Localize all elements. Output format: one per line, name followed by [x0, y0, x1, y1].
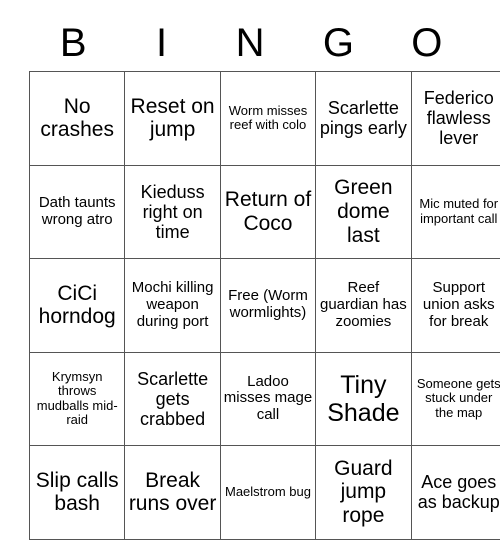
bingo-header-letter: I — [156, 20, 168, 65]
bingo-cell-label: Return of Coco — [224, 188, 312, 235]
bingo-cell[interactable]: Worm misses reef with colo — [219, 71, 317, 166]
bingo-cell-label: Scarlette pings early — [319, 98, 407, 139]
bingo-cell[interactable]: Someone gets stuck under the map — [410, 351, 500, 446]
bingo-cell-label: Mochi killing weapon during port — [131, 279, 214, 330]
bingo-cell-label: Slip calls bash — [35, 468, 119, 516]
bingo-cell-label: Mic muted for important call — [419, 196, 499, 226]
bingo-cell[interactable]: Return of Coco — [219, 164, 317, 259]
bingo-cell[interactable]: Free (Worm wormlights) — [219, 258, 317, 353]
bingo-cell-label: Support union asks for break — [422, 279, 495, 330]
bingo-row: Slip calls bash Break runs over Maelstrom … — [28, 445, 500, 540]
bingo-cell[interactable]: Tiny Shade — [315, 351, 412, 446]
bingo-cell-label: Scarlette gets crabbed — [137, 368, 209, 429]
bingo-cell-label: Maelstrom bug — [224, 483, 311, 499]
bingo-cell-label: Guard jump rope — [334, 456, 393, 527]
bingo-cell[interactable]: Maelstrom bug — [219, 445, 317, 540]
bingo-cell[interactable]: Reset on jump — [124, 71, 221, 166]
bingo-cell[interactable]: Krymsyn throws mudballs mid-raid — [28, 351, 126, 446]
bingo-grid-body: No crashes Reset on jump Worm misses reef … — [28, 71, 500, 540]
bingo-header-letter: N — [235, 20, 265, 65]
bingo-cell-label: Ladoo misses mage call — [223, 372, 313, 424]
bingo-cell-label: Someone gets stuck under the map — [416, 375, 500, 421]
bingo-header-letter: G — [322, 20, 354, 65]
bingo-cell-label: No crashes — [40, 94, 114, 142]
bingo-card: B I N G O No crashes Reset on jump Worm misses… — [28, 14, 500, 540]
bingo-cell[interactable]: Break runs over — [124, 445, 221, 540]
bingo-cell[interactable]: Dath taunts wrong atro — [28, 164, 126, 259]
bingo-row: Dath taunts wrong atro Kieduss right on t… — [28, 164, 500, 259]
bingo-grid: No crashes Reset on jump Worm misses reef … — [28, 71, 500, 540]
bingo-cell[interactable]: Federico flawless lever — [410, 71, 500, 166]
bingo-cell[interactable]: Ace goes as backup — [410, 445, 500, 540]
bingo-cell-label: Break runs over — [128, 468, 217, 516]
bingo-cell-label: CiCi horndog — [38, 281, 116, 329]
bingo-cell-label: Reef guardian has zoomies — [320, 279, 407, 330]
bingo-cell[interactable]: Green dome last — [315, 164, 412, 259]
bingo-cell[interactable]: Slip calls bash — [28, 445, 126, 540]
bingo-cell[interactable]: Ladoo misses mage call — [219, 351, 317, 446]
bingo-cell[interactable]: Support union asks for break — [410, 258, 500, 353]
bingo-row: Krymsyn throws mudballs mid-raid Scarlett… — [28, 351, 500, 446]
bingo-cell-label: Krymsyn throws mudballs mid-raid — [36, 368, 118, 428]
bingo-header-letter: B — [59, 20, 87, 65]
bingo-cell[interactable]: Kieduss right on time — [124, 164, 221, 259]
bingo-cell-label: Reset on jump — [130, 94, 215, 142]
bingo-cell[interactable]: Scarlette pings early — [315, 71, 412, 166]
bingo-cell[interactable]: Reef guardian has zoomies — [315, 258, 412, 353]
bingo-cell-label: Federico flawless lever — [423, 88, 494, 149]
bingo-cell-label: Green dome last — [334, 176, 393, 247]
bingo-cell[interactable]: Mochi killing weapon during port — [124, 258, 221, 353]
bingo-row: CiCi horndog Mochi killing weapon during … — [28, 258, 500, 353]
bingo-header-letter: O — [411, 20, 443, 65]
bingo-cell-label: Worm misses reef with colo — [228, 102, 308, 133]
bingo-cell[interactable]: No crashes — [28, 71, 126, 166]
bingo-cell-label: Kieduss right on time — [140, 181, 205, 242]
bingo-cell-label: Free (Worm wormlights) — [228, 287, 308, 322]
bingo-cell[interactable]: Scarlette gets crabbed — [124, 351, 221, 446]
bingo-row: No crashes Reset on jump Worm misses reef … — [28, 71, 500, 166]
bingo-cell[interactable]: Guard jump rope — [315, 445, 412, 540]
bingo-header-row: BINGO — [29, 14, 471, 71]
bingo-cell-label: Tiny Shade — [327, 370, 400, 427]
bingo-cell-label: Ace goes as backup — [417, 472, 500, 513]
bingo-cell-label: Dath taunts wrong atro — [38, 193, 116, 228]
bingo-cell[interactable]: CiCi horndog — [28, 258, 126, 353]
bingo-cell[interactable]: Mic muted for important call — [410, 164, 500, 259]
